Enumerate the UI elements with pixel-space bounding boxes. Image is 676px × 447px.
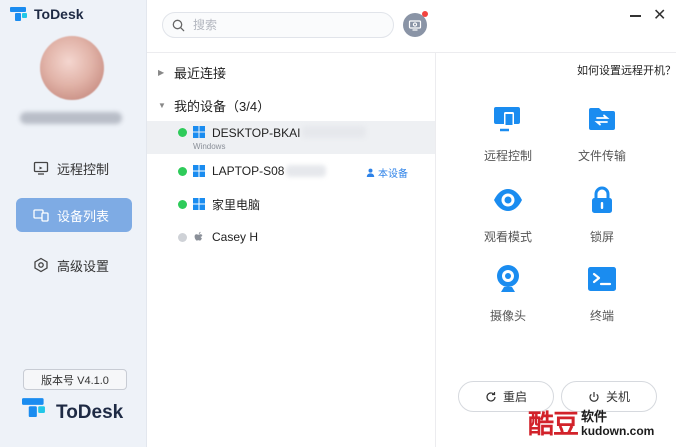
close-button[interactable]: ✕ [653,8,666,24]
device-name: Casey H [212,230,259,244]
action-terminal[interactable]: 终端 [567,263,637,324]
device-name: DESKTOP-BKAI [212,126,301,140]
restart-icon [486,391,496,402]
online-status-dot [178,166,187,176]
todesk-logo-icon [22,398,57,428]
sidebar-item-remote-control[interactable]: 远程控制 [16,151,132,185]
redacted-name [302,126,367,138]
group-label: 我的设备（3/4） [174,99,271,114]
windows-icon [193,198,205,210]
remote-desktop-icon [494,107,520,132]
sidebar-item-advanced-settings[interactable]: 高级设置 [16,248,132,282]
notification-badge [422,11,428,17]
chevron-down-icon: ▼ [158,101,166,110]
offline-status-dot [178,232,187,242]
redacted-name [286,165,327,177]
this-device-tag: 本设备 [366,165,408,180]
sidebar: ToDesk 远程控制 设备列表 高级设置 版本号 V4.1.0 ToDesk [0,0,147,447]
todesk-logo-icon [10,7,28,21]
site-watermark: 酷豆 软件 kudown.com [528,409,655,439]
version-badge: 版本号 V4.1.0 [23,369,127,390]
shutdown-label: 关机 [605,390,630,404]
search-icon [172,19,185,31]
camera-icon [497,265,519,292]
watermark-logo-text: 酷豆 [528,409,579,439]
file-transfer-icon [589,108,615,130]
watermark-url: kudown.com [581,424,655,438]
action-file-transfer[interactable]: 文件传输 [567,103,637,164]
this-device-label: 本设备 [378,169,408,180]
group-recent-connections[interactable]: ▶ 最近连接 [158,63,226,82]
sidebar-item-label: 远程控制 [57,161,110,177]
bottom-logo: ToDesk [22,398,124,424]
action-view-mode[interactable]: 观看模式 [473,184,543,245]
watermark-small-text: 软件 [581,409,608,424]
action-remote-control[interactable]: 远程控制 [473,103,543,164]
search-input[interactable] [193,18,373,32]
online-status-dot [178,199,187,209]
avatar[interactable] [40,36,104,100]
terminal-icon [588,267,616,291]
chevron-right-icon: ▶ [158,68,165,77]
restart-button[interactable]: 重启 [458,381,554,412]
device-list-icon [33,209,49,222]
sidebar-item-device-list[interactable]: 设备列表 [16,198,132,232]
advanced-settings-icon [34,257,48,273]
shutdown-button[interactable]: 关机 [561,381,657,412]
action-label: 远程控制 [483,149,532,163]
notification-device-icon [408,20,422,31]
action-camera[interactable]: 摄像头 [473,263,543,324]
panel-divider [435,53,436,447]
windows-icon [193,126,205,138]
minimize-button[interactable] [630,15,641,17]
header-divider [147,52,676,53]
device-name: 家里电脑 [212,197,261,212]
group-my-devices[interactable]: ▼ 我的设备（3/4） [158,96,270,115]
device-row-home-pc[interactable]: 家里电脑 [147,195,435,213]
device-name: LAPTOP-S08 [212,164,285,178]
power-icon [589,391,599,402]
restart-label: 重启 [502,390,527,404]
eye-icon [494,189,522,211]
windows-icon [193,165,205,177]
bottom-logo-text: ToDesk [56,402,124,423]
app-logo: ToDesk [10,6,84,22]
device-os-label: Windows [193,142,226,151]
apple-icon [194,231,203,241]
action-label: 观看模式 [483,230,532,244]
user-icon [366,168,375,177]
app-title: ToDesk [34,6,84,22]
device-row-desktop[interactable]: DESKTOP-BKAI [147,121,435,154]
lock-icon [592,186,612,213]
action-lock-screen[interactable]: 锁屏 [567,184,637,245]
action-label: 摄像头 [489,309,526,323]
sidebar-item-label: 设备列表 [57,208,110,224]
group-label: 最近连接 [174,66,227,81]
action-label: 锁屏 [589,230,614,244]
user-name-blurred [20,112,122,124]
action-label: 文件传输 [577,149,626,163]
search-bar[interactable] [162,12,394,38]
sidebar-item-label: 高级设置 [57,258,110,274]
device-row-casey[interactable]: Casey H [147,228,435,246]
action-label: 终端 [589,309,614,323]
remote-boot-help-link[interactable]: 如何设置远程开机？ [577,62,676,78]
remote-control-icon [33,161,49,175]
online-status-dot [178,128,187,137]
